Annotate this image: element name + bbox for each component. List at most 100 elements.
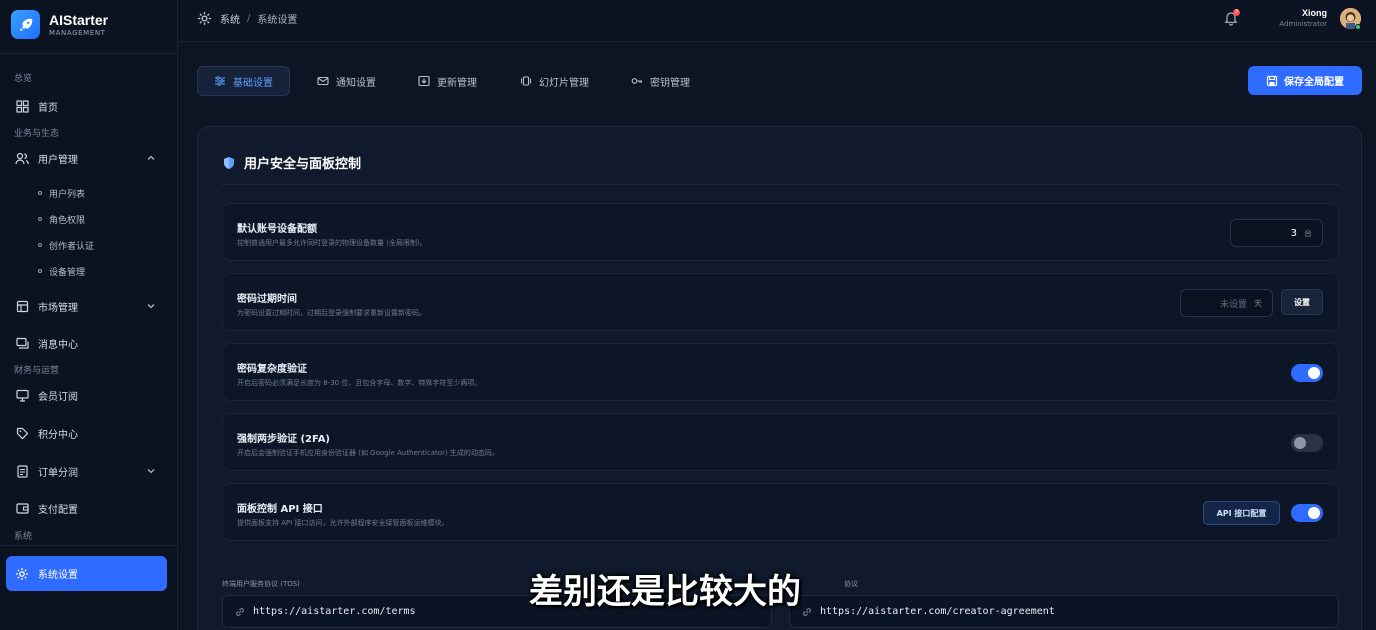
- link-icon: [235, 607, 245, 617]
- tab-label: 基础设置: [233, 77, 273, 89]
- panel-api-toggle[interactable]: [1291, 504, 1323, 522]
- subitem-label: 创作者认证: [49, 241, 95, 252]
- user-role: Administrator: [1279, 20, 1327, 28]
- sidebar-item-settings[interactable]: 系统设置: [6, 556, 167, 591]
- setting-description: 控制普通用户最多允许同时登录的物理设备数量 (全局限制)。: [237, 239, 427, 247]
- online-status-dot: [1355, 24, 1361, 30]
- device-quota-value: 3: [1290, 227, 1297, 239]
- setting-row-2fa: 强制两步验证 (2FA) 开启后会强制验证手机应用身份验证器 (如 Google…: [222, 413, 1339, 471]
- sidebar-item-users[interactable]: 用户管理: [6, 145, 167, 171]
- setting-row-panel-api: 面板控制 API 接口 提供面板支持 API 接口访问，允许外部程序安全接管面板…: [222, 483, 1339, 541]
- subitem-label: 用户列表: [49, 189, 86, 200]
- gear-icon: [15, 567, 29, 581]
- key-icon: [631, 75, 643, 87]
- 2fa-toggle[interactable]: [1291, 434, 1323, 452]
- breadcrumb-separator: /: [247, 13, 251, 24]
- breadcrumb-root[interactable]: 系统: [220, 11, 240, 26]
- bullet-icon: [38, 269, 42, 273]
- monitor-icon: [15, 388, 29, 402]
- creator-agreement-url-input[interactable]: https://aistarter.com/creator-agreement: [789, 595, 1339, 628]
- toggle-knob: [1294, 437, 1306, 449]
- sidebar-item-market[interactable]: 市场管理: [6, 293, 167, 319]
- setting-description: 提供面板支持 API 接口访问，允许外部程序安全接管面板运维模块。: [237, 519, 449, 527]
- sidebar: AIStarter MANAGEMENT 总览 首页 业务与生态 用户管理 用户…: [0, 0, 178, 630]
- setting-title: 密码复杂度验证: [237, 364, 307, 375]
- message-icon: [15, 336, 29, 350]
- section-finance: 财务与运营: [14, 366, 60, 376]
- setting-title: 面板控制 API 接口: [237, 504, 323, 515]
- sidebar-item-label: 系统设置: [38, 570, 78, 581]
- sidebar-item-points[interactable]: 积分中心: [6, 420, 167, 446]
- subitem-label: 设备管理: [49, 267, 86, 278]
- card-title: 用户安全与面板控制: [222, 153, 361, 172]
- save-global-config-button[interactable]: 保存全局配置: [1248, 66, 1362, 95]
- sidebar-subitem-roles[interactable]: 角色权限: [38, 210, 85, 228]
- sidebar-item-label: 积分中心: [38, 429, 78, 441]
- sidebar-item-payment[interactable]: 支付配置: [6, 495, 167, 521]
- slides-icon: [520, 75, 532, 87]
- setting-row-device-quota: 默认账号设备配额 控制普通用户最多允许同时登录的物理设备数量 (全局限制)。 3…: [222, 203, 1339, 261]
- tos-url: https://aistarter.com/terms: [253, 606, 416, 617]
- sidebar-item-membership[interactable]: 会员订阅: [6, 382, 167, 408]
- setting-title: 默认账号设备配额: [237, 224, 317, 235]
- tab-slideshow-management[interactable]: 幻灯片管理: [504, 66, 605, 96]
- breadcrumb: 系统 / 系统设置: [197, 11, 297, 26]
- sliders-icon: [214, 75, 226, 87]
- setting-row-password-complexity: 密码复杂度验证 开启后密码必须满足长度为 8-30 位、且包含字母、数字、特殊字…: [222, 343, 1339, 401]
- sidebar-divider: [0, 53, 178, 54]
- set-password-expiry-button[interactable]: 设置: [1281, 289, 1323, 315]
- password-expiry-placeholder: 未设置: [1219, 299, 1247, 310]
- chevron-down-icon: [147, 469, 155, 474]
- sidebar-item-label: 市场管理: [38, 302, 78, 314]
- creator-agreement-url: https://aistarter.com/creator-agreement: [820, 606, 1055, 617]
- tab-label: 更新管理: [437, 77, 477, 89]
- download-icon: [418, 75, 430, 87]
- tos-label: 终端用户服务协议 (TOS): [222, 580, 300, 588]
- card-divider: [222, 184, 1339, 185]
- tab-key-management[interactable]: 密钥管理: [615, 66, 706, 96]
- sidebar-item-home[interactable]: 首页: [6, 93, 167, 119]
- sidebar-item-label: 用户管理: [38, 154, 78, 166]
- bullet-icon: [38, 191, 42, 195]
- card-title-text: 用户安全与面板控制: [244, 157, 362, 172]
- save-button-label: 保存全局配置: [1284, 77, 1344, 88]
- sidebar-subitem-devices[interactable]: 设备管理: [38, 262, 85, 280]
- receipt-icon: [15, 464, 29, 478]
- api-config-button[interactable]: API 接口配置: [1203, 501, 1280, 525]
- brand-name: AIStarter: [49, 11, 109, 28]
- sidebar-subitem-user-list[interactable]: 用户列表: [38, 184, 85, 202]
- tab-notification-settings[interactable]: 通知设置: [301, 66, 392, 96]
- setting-description: 开启后密码必须满足长度为 8-30 位、且包含字母、数字、特殊字符至少两项。: [237, 379, 482, 387]
- setting-title: 强制两步验证 (2FA): [237, 434, 331, 445]
- sidebar-item-label: 消息中心: [38, 339, 78, 351]
- security-panel-card: 用户安全与面板控制 默认账号设备配额 控制普通用户最多允许同时登录的物理设备数量…: [197, 126, 1362, 630]
- password-expiry-input[interactable]: 未设置 天: [1180, 289, 1273, 317]
- toggle-knob: [1308, 507, 1320, 519]
- password-complexity-toggle[interactable]: [1291, 364, 1323, 382]
- tab-update-management[interactable]: 更新管理: [402, 66, 493, 96]
- sidebar-item-label: 首页: [38, 102, 58, 114]
- chevron-down-icon: [147, 304, 155, 309]
- settings-tabs: 基础设置 通知设置 更新管理 幻灯片管理 密钥管理 保存全局配置: [197, 64, 1362, 108]
- store-icon: [15, 299, 29, 313]
- bullet-icon: [38, 217, 42, 221]
- setting-description: 开启后会强制验证手机应用身份验证器 (如 Google Authenticato…: [237, 449, 499, 457]
- wallet-icon: [15, 501, 29, 515]
- gear-icon: [198, 12, 211, 25]
- user-name: Xiong: [1302, 8, 1327, 18]
- bullet-icon: [38, 243, 42, 247]
- sidebar-item-messages[interactable]: 消息中心: [6, 330, 167, 356]
- toggle-knob: [1308, 367, 1320, 379]
- subitem-label: 角色权限: [49, 215, 86, 226]
- video-subtitle: 差别还是比较大的: [529, 572, 801, 612]
- mail-icon: [317, 75, 329, 87]
- sidebar-subitem-creator-auth[interactable]: 创作者认证: [38, 236, 94, 254]
- brand[interactable]: AIStarter MANAGEMENT: [11, 10, 108, 39]
- section-business: 业务与生态: [14, 129, 60, 139]
- setting-row-password-expiry: 密码过期时间 为密码设置过期时间，过期后登录强制要求重新设置新密码。 未设置 天…: [222, 273, 1339, 331]
- device-quota-input[interactable]: 3 台: [1230, 219, 1323, 247]
- user-info[interactable]: Xiong Administrator: [1279, 8, 1327, 29]
- sidebar-item-orders[interactable]: 订单分润: [6, 458, 167, 484]
- chevron-up-icon: [147, 155, 155, 160]
- tab-basic-settings[interactable]: 基础设置: [197, 66, 290, 96]
